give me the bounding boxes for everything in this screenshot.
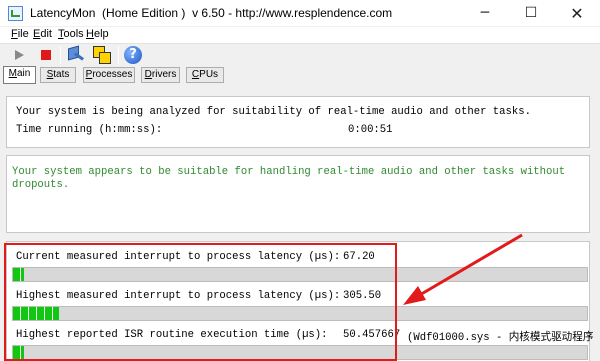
start-play-icon[interactable] [15,50,24,60]
highest-latency-bar-fill [13,307,59,320]
current-latency-bar [12,267,588,282]
toolbar-separator [118,46,119,64]
tab-cpus[interactable]: CPUs [186,67,224,83]
minimize-button[interactable]: ─ [462,0,508,27]
time-running-label: Time running (h:mm:ss): [16,124,163,136]
latencymon-app-icon [8,6,23,21]
highest-latency-bar [12,306,588,321]
current-latency-value: 67.20 [343,251,375,263]
analysis-status-text: Your system is being analyzed for suitab… [16,106,531,118]
current-latency-bar-fill [13,268,25,281]
menu-tools[interactable]: Tools [58,27,84,41]
close-button[interactable]: ✕ [554,0,600,27]
menu-bar: File Edit Tools Help [0,27,600,42]
drivers-icon[interactable] [66,45,84,64]
main-panel: Your system is being analyzed for suitab… [0,86,600,361]
time-running-value: 0:00:51 [348,124,393,136]
stop-icon[interactable] [41,50,51,60]
toolbar: ? [0,43,600,65]
isr-time-label: Highest reported ISR routine execution t… [16,329,328,341]
help-icon[interactable]: ? [124,46,142,64]
tab-stats[interactable]: Stats [40,67,76,83]
highest-latency-label: Highest measured interrupt to process la… [16,290,341,302]
toolbar-separator [60,46,61,64]
window-title: LatencyMon (Home Edition ) v 6.50 - http… [30,6,393,20]
cpus-icon[interactable] [93,46,112,64]
verdict-text: Your system appears to be suitable for h… [12,166,566,191]
verdict-panel: Your system appears to be suitable for h… [6,155,590,233]
isr-time-bar-fill [13,346,25,359]
title-bar: LatencyMon (Home Edition ) v 6.50 - http… [0,0,600,27]
isr-driver-name: (Wdf01000.sys - 内核模式驱动程序 [407,332,594,344]
menu-help[interactable]: Help [86,27,109,41]
maximize-button[interactable]: ☐ [508,0,554,27]
current-latency-label: Current measured interrupt to process la… [16,251,341,263]
menu-edit[interactable]: Edit [33,27,52,41]
analysis-status-panel: Your system is being analyzed for suitab… [6,96,590,148]
isr-time-value: 50.457667 [343,329,401,341]
tab-drivers[interactable]: Drivers [141,67,180,83]
menu-file[interactable]: File [11,27,29,41]
tab-main[interactable]: Main [3,66,36,84]
isr-time-bar [12,345,588,360]
tab-bar: Main Stats Processes Drivers CPUs [0,65,600,86]
highest-latency-value: 305.50 [343,290,382,302]
tab-processes[interactable]: Processes [83,67,135,83]
measurements-panel: Current measured interrupt to process la… [6,241,594,361]
